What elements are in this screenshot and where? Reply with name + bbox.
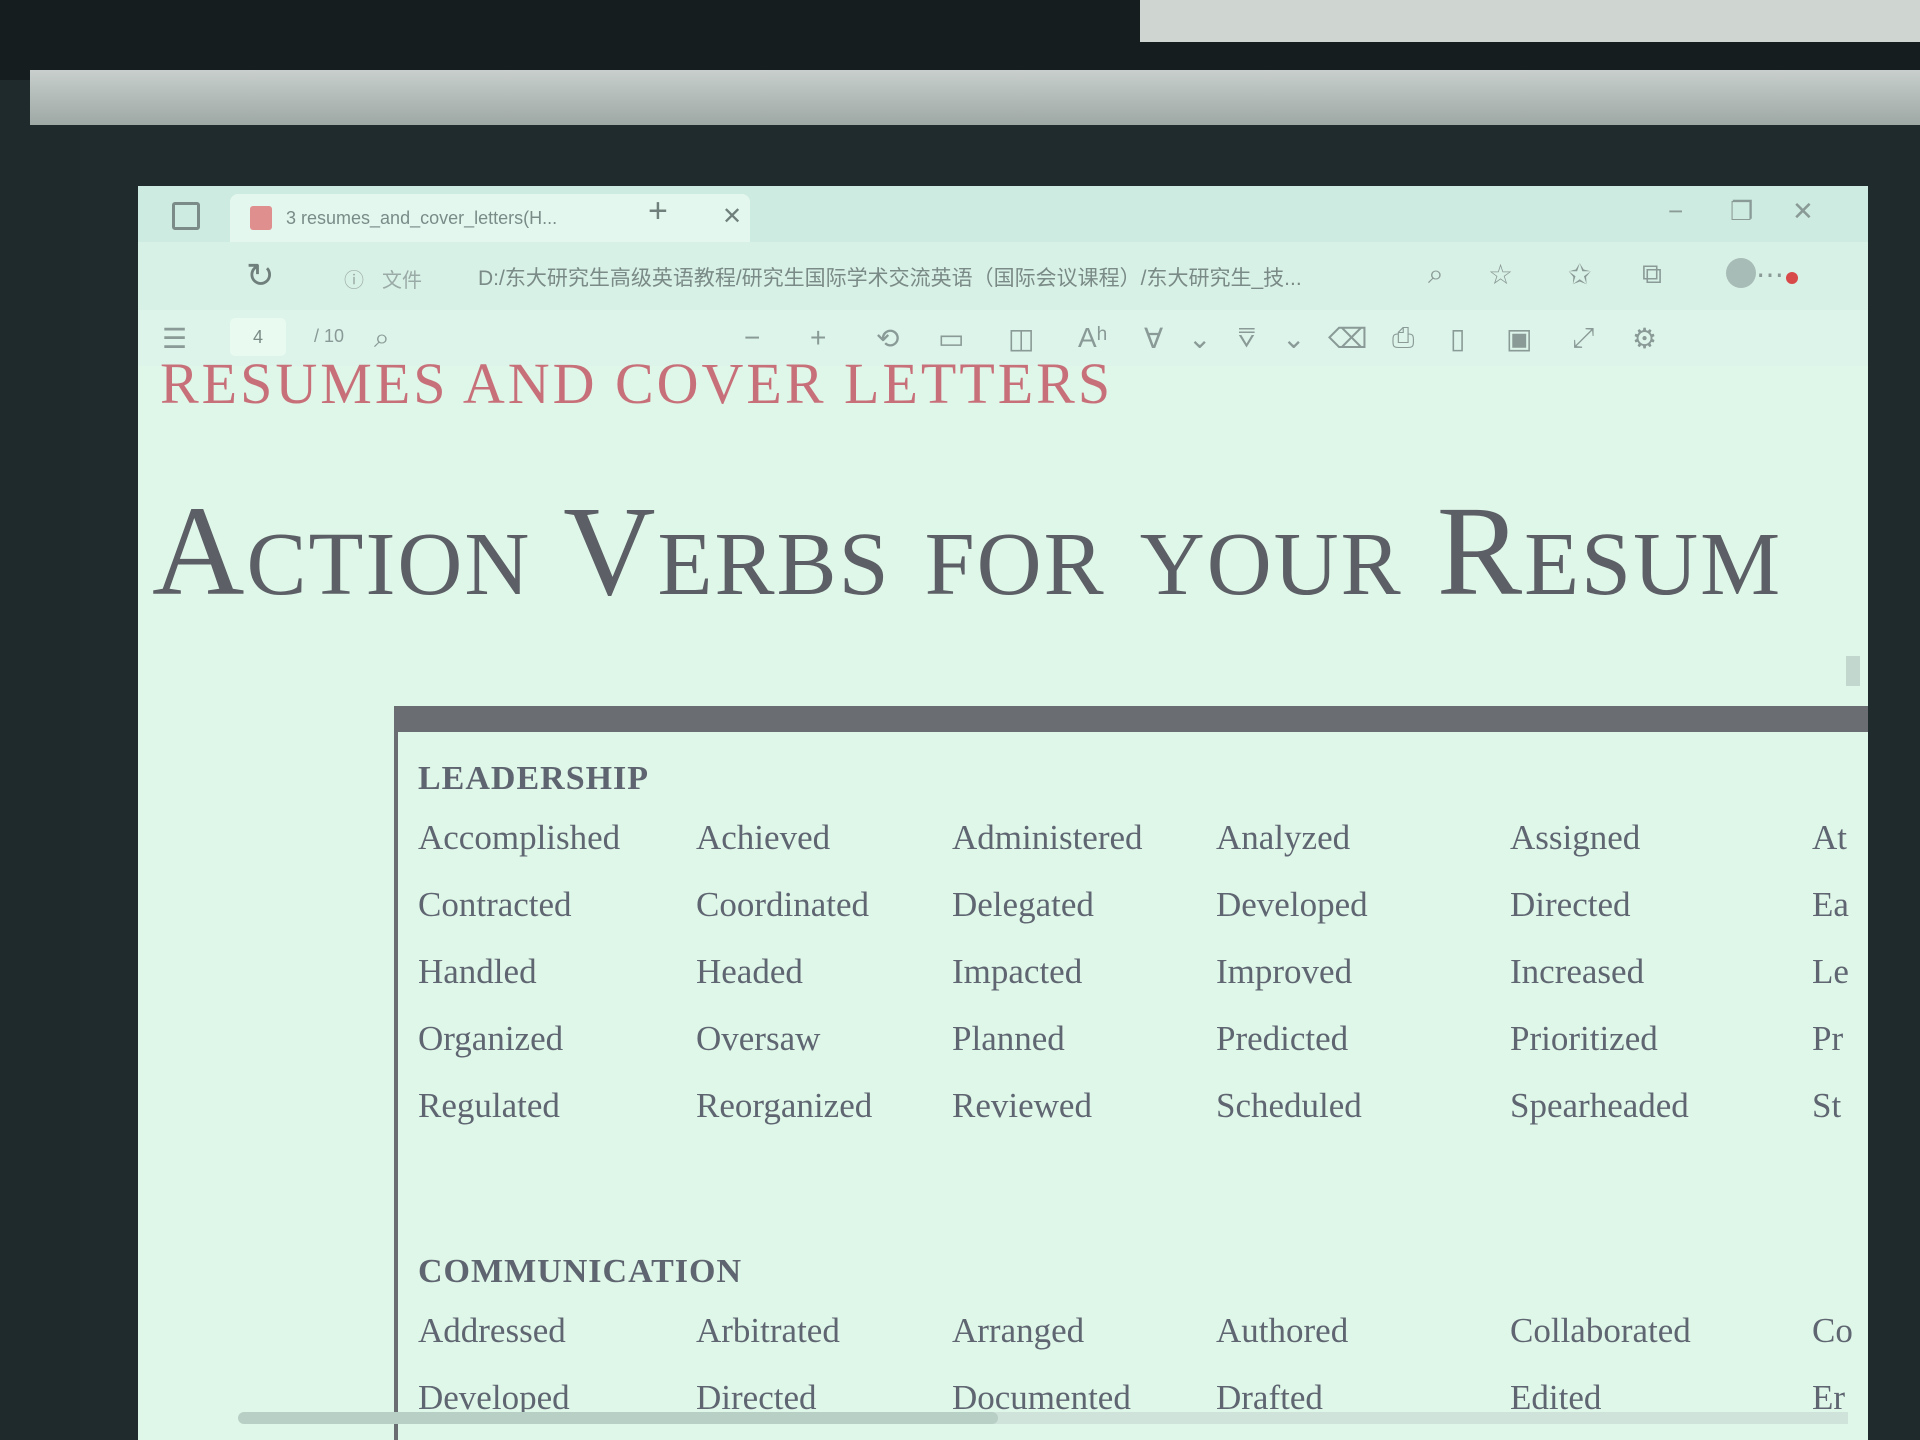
draw-icon[interactable]: ∀ <box>1144 322 1163 355</box>
highlight-options-icon[interactable]: ⌄ <box>1282 322 1305 355</box>
save-icon[interactable]: ▣ <box>1506 322 1532 355</box>
verb-cell: Coordinated <box>696 885 870 924</box>
notification-dot <box>1786 272 1798 284</box>
info-icon[interactable]: ⓘ <box>344 264 364 293</box>
horizontal-scrollbar-thumb[interactable] <box>238 1412 998 1424</box>
verb-cell: Arranged <box>952 1311 1085 1350</box>
verb-cell: Pr <box>1812 1019 1844 1058</box>
section-heading: LEADERSHIP <box>418 760 650 797</box>
verb-cell: Assigned <box>1510 818 1641 857</box>
url-field[interactable]: D:/东大研究生高级英语教程/研究生国际学术交流英语（国际会议课程）/东大研究生… <box>478 262 1302 292</box>
favorites-icon[interactable]: ✩ <box>1568 258 1591 291</box>
print-icon[interactable]: ⎙ <box>1392 322 1414 355</box>
verb-cell: Headed <box>696 952 803 991</box>
pdf-file-icon <box>250 206 272 230</box>
refresh-icon[interactable]: ↻ <box>246 256 275 296</box>
verb-cell: At <box>1812 818 1847 857</box>
browser-window: 3 resumes_and_cover_letters(H... ✕ + − ❐… <box>138 186 1868 1440</box>
verb-cell: Oversaw <box>696 1019 821 1058</box>
verb-cell: Contracted <box>418 885 572 924</box>
verb-cell: Organized <box>418 1019 564 1058</box>
fullscreen-icon[interactable]: ⤢ <box>1572 322 1594 355</box>
verb-cell: Accomplished <box>418 818 621 857</box>
verb-cell: Collaborated <box>1510 1311 1691 1350</box>
verb-cell: St <box>1812 1086 1842 1125</box>
verb-cell: Reorganized <box>696 1086 873 1125</box>
profile-avatar[interactable] <box>1726 258 1756 288</box>
page-total: / 10 <box>314 326 345 346</box>
verb-cell: Authored <box>1216 1311 1349 1350</box>
zoom-icon[interactable]: ⌕ <box>1428 258 1444 291</box>
verb-cell: Increased <box>1510 952 1645 991</box>
section-heading: COMMUNICATION <box>418 1253 743 1290</box>
verb-cell: Analyzed <box>1216 818 1351 857</box>
verb-cell: Delegated <box>952 885 1094 924</box>
verb-cell: Developed <box>1216 885 1368 924</box>
tab-bar: 3 resumes_and_cover_letters(H... ✕ + − ❐… <box>138 186 1868 242</box>
tab-title: 3 resumes_and_cover_letters(H... <box>286 208 558 228</box>
settings-icon[interactable]: ⚙ <box>1632 322 1657 355</box>
projector-screen-bar <box>30 70 1920 125</box>
collections-icon[interactable]: ⧉ <box>1642 258 1662 291</box>
verb-cell: Improved <box>1216 952 1353 991</box>
draw-options-icon[interactable]: ⌄ <box>1188 322 1211 355</box>
verb-cell: Achieved <box>696 818 831 857</box>
verb-cell: Reviewed <box>952 1086 1092 1125</box>
verb-cell: Scheduled <box>1216 1086 1362 1125</box>
verb-cell: Le <box>1812 952 1849 991</box>
file-scheme-label: 文件 <box>382 270 422 292</box>
verb-cell: Predicted <box>1216 1019 1349 1058</box>
verb-cell: Addressed <box>418 1311 566 1350</box>
address-bar: ↻ ⓘ 文件 D:/东大研究生高级英语教程/研究生国际学术交流英语（国际会议课程… <box>138 242 1868 310</box>
minimize-button[interactable]: − <box>1668 196 1683 227</box>
pdf-page: RESUMES AND COVER LETTERS Action Verbs f… <box>138 351 1868 1440</box>
verb-cell: Co <box>1812 1311 1853 1350</box>
verb-cell: Planned <box>952 1019 1065 1058</box>
save-as-icon[interactable]: ▯ <box>1450 322 1465 355</box>
verb-cell: Directed <box>1510 885 1631 924</box>
new-tab-button[interactable]: + <box>648 192 668 231</box>
restore-button[interactable]: ❐ <box>1730 196 1753 227</box>
window-close-button[interactable]: ✕ <box>1792 196 1814 227</box>
document-title: Action Verbs for your Resum <box>152 480 1783 622</box>
tab-actions-icon[interactable] <box>172 202 200 230</box>
close-icon[interactable]: ✕ <box>722 202 742 231</box>
tab-pdf-document[interactable]: 3 resumes_and_cover_letters(H... ✕ <box>230 194 750 242</box>
highlight-icon[interactable]: ⩢ <box>1238 322 1255 355</box>
ceiling-panel <box>1140 0 1920 42</box>
verb-cell: Ea <box>1812 885 1849 924</box>
vertical-scrollbar-thumb[interactable] <box>1846 656 1860 686</box>
verb-cell: Handled <box>418 952 537 991</box>
verb-cell: Regulated <box>418 1086 560 1125</box>
verb-cell: Spearheaded <box>1510 1086 1689 1125</box>
action-verbs-table: LEADERSHIP Accomplished Achieved Administer… <box>394 706 1868 1440</box>
erase-icon[interactable]: ⌫ <box>1328 322 1368 355</box>
more-icon[interactable]: ⋯ <box>1756 258 1784 291</box>
document-header: RESUMES AND COVER LETTERS <box>160 351 1114 416</box>
verb-cell: Prioritized <box>1510 1019 1658 1058</box>
verb-cell: Arbitrated <box>696 1311 840 1350</box>
favorite-add-icon[interactable]: ☆ <box>1488 258 1513 291</box>
verb-cell: Administered <box>952 818 1143 857</box>
verb-cell: Impacted <box>952 952 1083 991</box>
